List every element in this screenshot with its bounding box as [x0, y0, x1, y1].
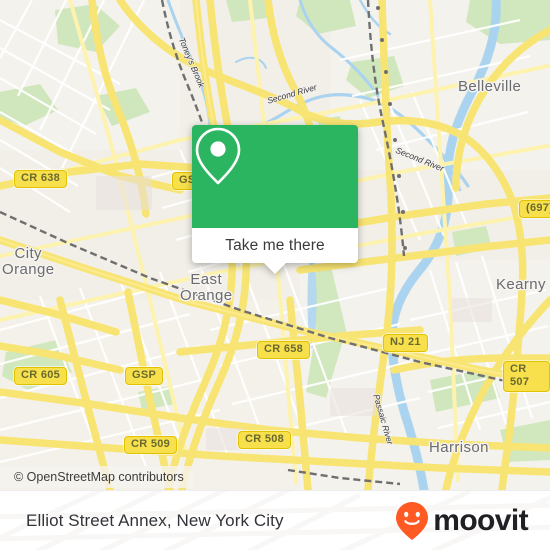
- map-screenshot: Belleville Kearny East Orange City Orange Harr…: [0, 0, 550, 550]
- page-title: Elliot Street Annex, New York City: [26, 510, 284, 530]
- location-callout-card[interactable]: Take me there: [192, 125, 358, 274]
- route-shield: NJ 21: [383, 334, 428, 352]
- osm-attribution-text: © OpenStreetMap contributors: [14, 470, 184, 484]
- osm-attribution[interactable]: © OpenStreetMap contributors: [0, 466, 193, 488]
- callout-action-area[interactable]: Take me there: [192, 228, 358, 274]
- moovit-logo[interactable]: moovit: [395, 501, 529, 541]
- take-me-there-button[interactable]: Take me there: [225, 237, 325, 255]
- route-shield: CR 658: [257, 341, 311, 359]
- route-shield: GSP: [125, 367, 164, 385]
- route-shield: CR 509: [124, 436, 178, 454]
- route-shield: CR 507: [503, 361, 550, 392]
- callout-pointer-tail: [264, 263, 286, 274]
- route-shield: CR 508: [238, 431, 292, 449]
- moovit-wordmark: moovit: [433, 503, 528, 537]
- route-shield: (697): [519, 200, 550, 218]
- callout-icon-area: [192, 125, 358, 228]
- footer-bar: Elliot Street Annex, New York City moovi…: [0, 490, 550, 550]
- route-shield: CR 638: [14, 170, 68, 188]
- map-pin-icon: [195, 127, 241, 185]
- moovit-pin-smiley-icon: [396, 501, 429, 540]
- map-canvas[interactable]: Belleville Kearny East Orange City Orange Harr…: [0, 0, 550, 490]
- route-shield: CR 605: [14, 367, 68, 385]
